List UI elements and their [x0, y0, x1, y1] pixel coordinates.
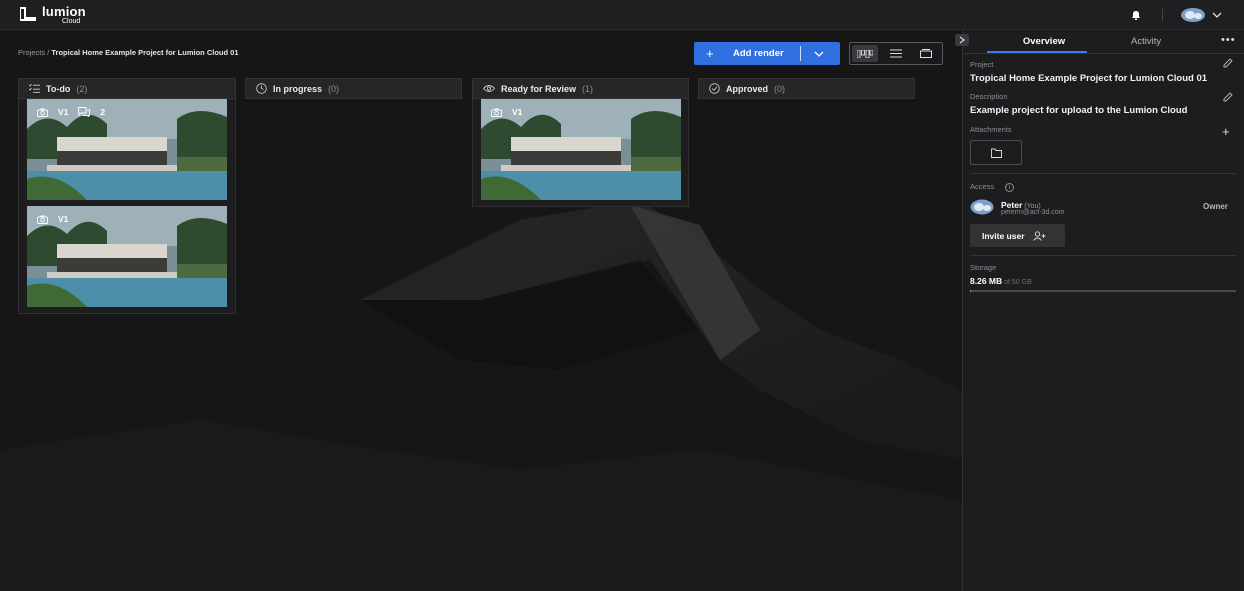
chevron-right-icon: [959, 36, 965, 44]
checklist-icon: [29, 84, 40, 93]
account-chevron-down-icon[interactable]: [1212, 11, 1222, 21]
clock-icon: [256, 83, 267, 94]
column-approved: Approved (0): [698, 78, 915, 99]
lumion-logo[interactable]: lumion Cloud: [18, 4, 86, 25]
card-version: V1: [512, 107, 523, 117]
view-switcher: [849, 42, 943, 65]
list-view-icon[interactable]: [883, 45, 909, 62]
column-header[interactable]: In progress (0): [245, 78, 462, 99]
card-meta: V1 2: [37, 107, 105, 117]
notifications-bell-icon[interactable]: [1130, 9, 1142, 23]
column-count: (2): [76, 83, 88, 94]
column-title: In progress: [273, 83, 323, 94]
comments-icon: [78, 107, 91, 117]
user-role: Owner: [1203, 202, 1228, 211]
edit-description-pencil-icon[interactable]: [1223, 92, 1233, 104]
render-card[interactable]: V1: [481, 99, 681, 200]
add-render-separator: [800, 46, 801, 61]
render-camera-icon: [37, 215, 48, 224]
attachment-upload-button[interactable]: [970, 140, 1022, 165]
user-email: peterm@act-3d.com: [1001, 209, 1065, 216]
column-count: (0): [328, 83, 340, 94]
divider: [970, 173, 1236, 174]
panel-tabs: Overview Activity •••: [955, 30, 1244, 54]
column-title: Approved: [726, 83, 769, 94]
column-title: Ready for Review: [501, 83, 577, 94]
access-label: Access: [970, 182, 995, 191]
eye-icon: [483, 85, 495, 92]
divider: [970, 255, 1236, 256]
breadcrumb: Projects / Tropical Home Example Project…: [18, 48, 239, 57]
column-body: V1: [472, 99, 689, 207]
storage-label: Storage: [970, 263, 997, 272]
card-comment-count: 2: [100, 107, 106, 117]
tab-overview[interactable]: Overview: [1001, 36, 1087, 47]
user-avatar[interactable]: [1180, 7, 1206, 25]
render-camera-icon: [37, 108, 48, 117]
storage-progress-fill: [970, 290, 972, 292]
storage-progress-bar: [970, 290, 1236, 292]
breadcrumb-current: Tropical Home Example Project for Lumion…: [51, 48, 239, 57]
topbar-divider: [1162, 9, 1163, 21]
kanban-view-icon[interactable]: [852, 45, 878, 62]
collapse-panel-button[interactable]: [955, 34, 969, 46]
attachments-label: Attachments: [970, 125, 1012, 134]
add-user-icon: [1032, 230, 1046, 241]
column-header[interactable]: To-do (2): [18, 78, 236, 99]
column-body: V1 2 V1: [18, 99, 236, 314]
logo-subtext: Cloud: [62, 18, 81, 25]
tab-overview-underline: [987, 51, 1087, 53]
invite-user-label: Invite user: [982, 230, 1025, 241]
project-description: Example project for upload to the Lumion…: [970, 105, 1188, 116]
card-meta: V1: [37, 214, 68, 224]
breadcrumb-projects-link[interactable]: Projects: [18, 48, 45, 57]
card-meta: V1: [491, 107, 522, 117]
tab-activity[interactable]: Activity: [1131, 36, 1161, 47]
folder-icon: [990, 148, 1002, 158]
render-card[interactable]: V1 2: [27, 99, 227, 200]
add-render-dropdown-chevron-icon[interactable]: [814, 50, 824, 61]
top-bar: lumion Cloud: [0, 0, 1244, 30]
add-render-button[interactable]: + Add render: [694, 42, 840, 65]
check-circle-icon: [709, 83, 720, 94]
column-header[interactable]: Approved (0): [698, 78, 915, 99]
card-version: V1: [58, 107, 69, 117]
lumion-logo-icon: [20, 7, 36, 21]
add-render-label: Add render: [733, 48, 784, 59]
logo-text: lumion: [42, 4, 86, 19]
details-panel: Overview Activity ••• Project Tropical H…: [955, 30, 1244, 591]
more-options-icon[interactable]: •••: [1221, 34, 1236, 46]
add-attachment-plus-icon[interactable]: +: [1222, 124, 1230, 139]
project-name: Tropical Home Example Project for Lumion…: [970, 73, 1208, 84]
edit-project-pencil-icon[interactable]: [1223, 58, 1233, 70]
column-count: (1): [582, 83, 594, 94]
breadcrumb-separator: /: [47, 48, 50, 57]
column-in-progress: In progress (0): [245, 78, 462, 99]
column-title: To-do: [46, 83, 71, 94]
storage-total: of 50 GB: [1004, 279, 1032, 286]
storage-usage: 8.26 MB of 50 GB: [970, 276, 1032, 286]
storage-used: 8.26 MB: [970, 276, 1003, 286]
column-ready-for-review: Ready for Review (1) V1: [472, 78, 689, 207]
access-info-icon[interactable]: i: [1005, 183, 1014, 192]
column-count: (0): [774, 83, 786, 94]
description-label: Description: [970, 92, 1008, 101]
render-card[interactable]: V1: [27, 206, 227, 307]
project-label: Project: [970, 60, 994, 69]
user-avatar-small: [970, 199, 994, 217]
render-camera-icon: [491, 108, 502, 117]
plus-icon: +: [706, 46, 714, 61]
column-header[interactable]: Ready for Review (1): [472, 78, 689, 99]
invite-user-button[interactable]: Invite user: [970, 224, 1065, 247]
column-to-do: To-do (2) V1 2 V1: [18, 78, 236, 314]
card-version: V1: [58, 214, 69, 224]
cards-view-icon[interactable]: [913, 45, 939, 62]
